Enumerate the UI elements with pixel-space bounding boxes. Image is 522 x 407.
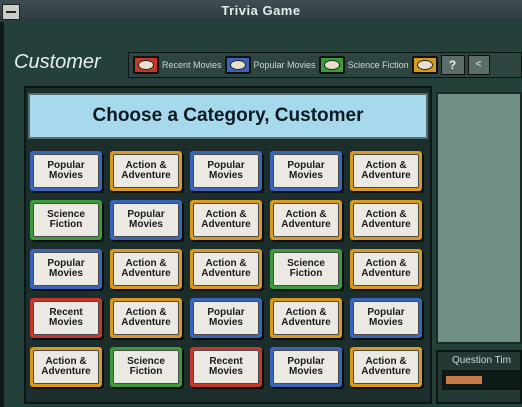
category-tile-popular[interactable]: Popular Movies bbox=[110, 200, 182, 240]
question-panel bbox=[436, 92, 522, 344]
category-tile-label: Popular Movies bbox=[353, 301, 419, 335]
category-legend: Recent Movies Popular Movies Science Fic… bbox=[128, 52, 522, 78]
category-tile-recent[interactable]: Recent Movies bbox=[190, 347, 262, 387]
action-adventure-icon bbox=[411, 56, 438, 74]
category-tile-science[interactable]: Science Fiction bbox=[270, 249, 342, 289]
category-tile-action[interactable]: Action & Adventure bbox=[110, 151, 182, 191]
question-timer-label: Question Tim bbox=[452, 355, 511, 366]
category-tile-label: Popular Movies bbox=[33, 154, 99, 188]
category-tile-action[interactable]: Action & Adventure bbox=[110, 249, 182, 289]
category-tile-popular[interactable]: Popular Movies bbox=[190, 298, 262, 338]
help-button[interactable]: ? bbox=[440, 55, 465, 75]
category-tile-label: Science Fiction bbox=[273, 252, 339, 286]
category-tile-label: Popular Movies bbox=[193, 301, 259, 335]
scroll-left-button[interactable]: < bbox=[467, 55, 490, 75]
category-tile-popular[interactable]: Popular Movies bbox=[190, 151, 262, 191]
category-tile-label: Action & Adventure bbox=[353, 203, 419, 237]
player-name: Customer bbox=[14, 51, 101, 73]
category-tile-action[interactable]: Action & Adventure bbox=[190, 200, 262, 240]
category-tile-label: Science Fiction bbox=[113, 350, 179, 384]
category-tile-action[interactable]: Action & Adventure bbox=[30, 347, 102, 387]
category-tile-popular[interactable]: Popular Movies bbox=[270, 347, 342, 387]
category-tile-action[interactable]: Action & Adventure bbox=[270, 200, 342, 240]
category-tile-popular[interactable]: Popular Movies bbox=[270, 151, 342, 191]
category-tile-label: Action & Adventure bbox=[113, 252, 179, 286]
legend-label: Popular Movies bbox=[253, 60, 316, 70]
category-tile-label: Action & Adventure bbox=[113, 301, 179, 335]
category-tile-action[interactable]: Action & Adventure bbox=[110, 298, 182, 338]
window-title: Trivia Game bbox=[221, 3, 301, 18]
category-tile-label: Recent Movies bbox=[193, 350, 259, 384]
recent-movies-icon bbox=[133, 56, 159, 74]
category-tile-label: Action & Adventure bbox=[193, 203, 259, 237]
category-tile-label: Action & Adventure bbox=[273, 203, 339, 237]
category-tile-label: Science Fiction bbox=[33, 203, 99, 237]
category-tile-label: Popular Movies bbox=[113, 203, 179, 237]
category-tile-label: Action & Adventure bbox=[353, 252, 419, 286]
question-timer-fill bbox=[446, 376, 482, 384]
category-tile-label: Popular Movies bbox=[273, 154, 339, 188]
category-tile-action[interactable]: Action & Adventure bbox=[350, 151, 422, 191]
category-tile-action[interactable]: Action & Adventure bbox=[350, 347, 422, 387]
science-fiction-icon bbox=[318, 56, 345, 74]
category-tile-label: Recent Movies bbox=[33, 301, 99, 335]
legend-item-popular: Popular Movies bbox=[224, 56, 316, 74]
category-tile-label: Action & Adventure bbox=[33, 350, 99, 384]
category-grid: Popular Movies Action & Adventure Popular … bbox=[30, 151, 428, 399]
category-tile-label: Action & Adventure bbox=[353, 350, 419, 384]
category-tile-action[interactable]: Action & Adventure bbox=[350, 200, 422, 240]
category-tile-science[interactable]: Science Fiction bbox=[30, 200, 102, 240]
category-tile-popular[interactable]: Popular Movies bbox=[30, 151, 102, 191]
title-bar: Trivia Game bbox=[0, 0, 522, 23]
popular-movies-icon bbox=[224, 56, 251, 74]
category-tile-popular[interactable]: Popular Movies bbox=[350, 298, 422, 338]
legend-item-recent: Recent Movies bbox=[133, 56, 222, 74]
choose-category-banner: Choose a Category, Customer bbox=[28, 93, 428, 139]
category-tile-label: Action & Adventure bbox=[113, 154, 179, 188]
category-tile-label: Popular Movies bbox=[193, 154, 259, 188]
category-tile-action[interactable]: Action & Adventure bbox=[270, 298, 342, 338]
category-tile-label: Popular Movies bbox=[273, 350, 339, 384]
category-tile-label: Action & Adventure bbox=[273, 301, 339, 335]
category-tile-science[interactable]: Science Fiction bbox=[110, 347, 182, 387]
category-tile-popular[interactable]: Popular Movies bbox=[30, 249, 102, 289]
legend-label: Recent Movies bbox=[162, 60, 222, 70]
category-tile-action[interactable]: Action & Adventure bbox=[350, 249, 422, 289]
legend-label: Science Fiction bbox=[347, 60, 409, 70]
category-tile-label: Action & Adventure bbox=[193, 252, 259, 286]
category-tile-label: Popular Movies bbox=[33, 252, 99, 286]
category-tile-action[interactable]: Action & Adventure bbox=[190, 249, 262, 289]
category-tile-label: Action & Adventure bbox=[353, 154, 419, 188]
legend-item-action bbox=[411, 56, 438, 74]
legend-item-science: Science Fiction bbox=[318, 56, 409, 74]
category-tile-recent[interactable]: Recent Movies bbox=[30, 298, 102, 338]
